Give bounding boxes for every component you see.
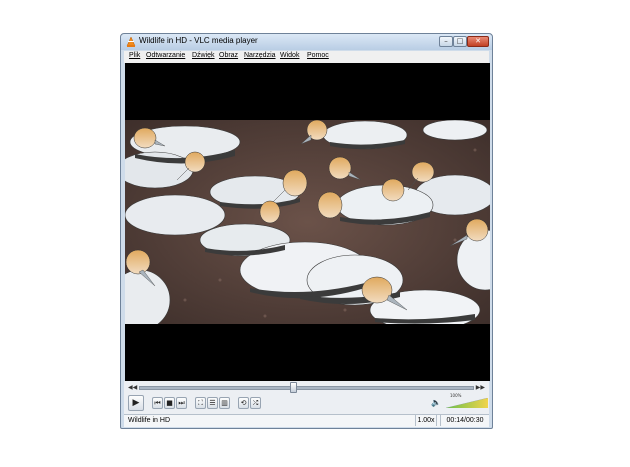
menu-odtwarzanie[interactable]: Odtwarzanie <box>146 52 185 59</box>
status-bar: Wildlife in HD 1.00x 00:14/00:30 <box>124 414 489 427</box>
seek-forward-icon[interactable]: ▶▶ <box>476 384 485 391</box>
vlc-window: Wildlife in HD - VLC media player – □ ✕ … <box>120 33 493 429</box>
extended-settings-button[interactable]: ▥ <box>219 397 230 409</box>
menu-pomoc[interactable]: Pomoc <box>307 52 329 59</box>
stop-button[interactable]: ■ <box>164 397 175 409</box>
maximize-button[interactable]: □ <box>453 36 467 47</box>
status-title: Wildlife in HD <box>128 417 171 424</box>
playback-time[interactable]: 00:14/00:30 <box>440 415 489 426</box>
volume-slider[interactable] <box>446 398 488 408</box>
previous-button[interactable]: ⏮ <box>152 397 163 409</box>
seek-back-icon[interactable]: ◀◀ <box>128 384 137 391</box>
menu-widok[interactable]: Widok <box>280 52 299 59</box>
random-button[interactable]: ⤮ <box>250 397 261 409</box>
next-button[interactable]: ⏭ <box>176 397 187 409</box>
video-frame-gannets <box>125 120 490 324</box>
menu-dzwiek[interactable]: Dźwięk <box>192 52 215 59</box>
minimize-button[interactable]: – <box>439 36 453 47</box>
playback-speed[interactable]: 1.00x <box>415 415 437 426</box>
title-bar[interactable]: Wildlife in HD - VLC media player – □ ✕ <box>121 34 492 50</box>
menu-plik[interactable]: Plik <box>129 52 140 59</box>
fullscreen-button[interactable]: ⛶ <box>195 397 206 409</box>
close-button[interactable]: ✕ <box>467 36 489 47</box>
vlc-cone-icon <box>126 37 136 47</box>
seek-thumb[interactable] <box>290 382 298 393</box>
playlist-button[interactable]: ☰ <box>207 397 218 409</box>
menu-obraz[interactable]: Obraz <box>219 52 238 59</box>
seek-bar[interactable] <box>139 386 474 390</box>
loop-button[interactable]: ⟲ <box>238 397 249 409</box>
menu-bar: Plik Odtwarzanie Dźwięk Obraz Narzędzia … <box>124 51 489 63</box>
play-button[interactable]: ▶ <box>128 395 144 411</box>
speaker-icon[interactable]: 🔈 <box>431 398 441 407</box>
window-title: Wildlife in HD - VLC media player <box>139 36 258 45</box>
menu-narzedzia[interactable]: Narzędzia <box>244 52 276 59</box>
video-area[interactable] <box>125 63 490 381</box>
